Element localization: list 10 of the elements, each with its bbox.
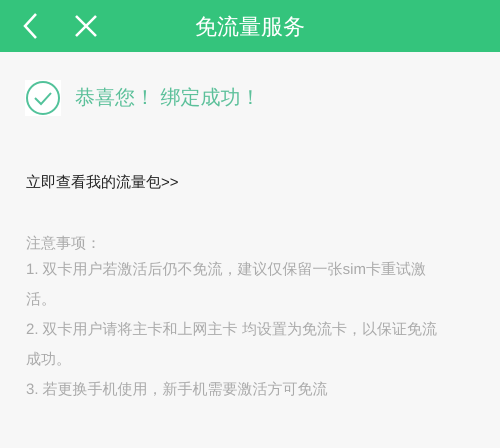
page-title: 免流量服务 [195,12,305,40]
check-circle-icon [25,80,61,116]
note-item: 2. 双卡用户请将主卡和上网主卡 均设置为免流卡，以保证免流成功。 [26,320,438,370]
traffic-package-link[interactable]: 立即查看我的流量包>> [26,172,179,194]
notes-title: 注意事项： [26,234,101,254]
back-icon[interactable] [22,12,38,40]
note-item: 1. 双卡用户若激活后仍不免流，建议仅保留一张sim卡重试激活。 [26,260,428,310]
success-message: 恭喜您！ 绑定成功！ [75,86,261,111]
note-item: 3. 若更换手机使用，新手机需要激活方可免流 [26,380,329,400]
close-icon[interactable] [74,14,98,38]
